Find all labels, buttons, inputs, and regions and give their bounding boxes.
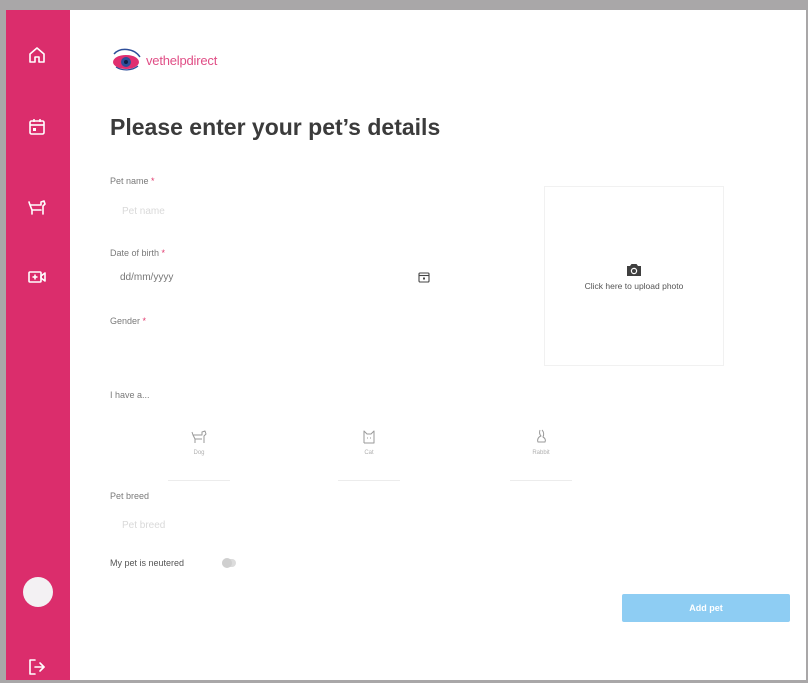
screen-frame: vethelpdirect Please enter your pet’s de… <box>0 0 808 683</box>
pet-breed-label: Pet breed <box>110 491 150 501</box>
brand-logo: vethelpdirect <box>110 48 217 72</box>
eye-logo-icon <box>113 48 141 71</box>
dob-label-text: Date of birth <box>110 248 160 258</box>
pet-breed-input[interactable] <box>120 516 424 534</box>
app-window: vethelpdirect Please enter your pet’s de… <box>6 10 806 680</box>
calendar-icon <box>29 119 45 135</box>
page-title: Please enter your pet’s details <box>110 114 441 140</box>
pet-type-dog[interactable]: Dog <box>168 428 230 481</box>
video-call-icon <box>28 271 46 283</box>
cat-icon <box>363 430 375 444</box>
gender-select[interactable] <box>110 332 420 362</box>
pet-type-rabbit-label: Rabbit <box>532 450 550 456</box>
add-pet-button[interactable]: Add pet <box>622 594 790 622</box>
required-marker: * <box>151 176 155 186</box>
pet-type-dog-label: Dog <box>193 450 205 456</box>
pet-icon <box>28 200 46 215</box>
gender-label-text: Gender <box>110 316 141 326</box>
neutered-toggle[interactable] <box>222 558 236 568</box>
pet-name-input[interactable] <box>120 202 424 220</box>
calendar-picker-icon[interactable] <box>418 271 430 283</box>
camera-icon <box>627 263 641 276</box>
home-icon <box>29 47 45 63</box>
pet-type-cat-label: Cat <box>364 450 374 456</box>
rabbit-icon <box>537 429 546 443</box>
main-content: vethelpdirect Please enter your pet’s de… <box>70 10 806 680</box>
sidebar-item-home[interactable] <box>22 40 52 70</box>
upload-photo-text: Click here to upload photo <box>584 280 684 291</box>
sidebar-item-pets[interactable] <box>22 192 52 222</box>
avatar[interactable] <box>23 577 53 607</box>
required-marker: * <box>161 248 166 258</box>
pet-type-rabbit[interactable]: Rabbit <box>510 428 572 481</box>
pet-type-cat[interactable]: Cat <box>338 428 400 481</box>
pet-type-label: I have a... <box>110 390 150 400</box>
date-of-birth-input[interactable]: dd/mm/yyyy <box>120 272 173 283</box>
dob-label: Date of birth * <box>110 248 165 258</box>
toggle-knob <box>222 558 232 568</box>
pet-name-label: Pet name * <box>110 176 155 186</box>
sidebar-item-appointments[interactable] <box>22 112 52 142</box>
logout-icon <box>29 659 45 675</box>
sidebar-item-video-consult[interactable] <box>22 262 52 292</box>
brand-name: vethelpdirect <box>146 52 218 68</box>
upload-photo-area[interactable]: Click here to upload photo <box>544 186 724 366</box>
pet-name-label-text: Pet name <box>110 176 149 186</box>
dog-icon <box>191 430 207 443</box>
gender-label: Gender * <box>110 316 146 326</box>
sidebar <box>6 10 70 680</box>
logout-button[interactable] <box>22 652 52 680</box>
required-marker: * <box>142 316 147 326</box>
neutered-label: My pet is neutered <box>110 558 185 568</box>
